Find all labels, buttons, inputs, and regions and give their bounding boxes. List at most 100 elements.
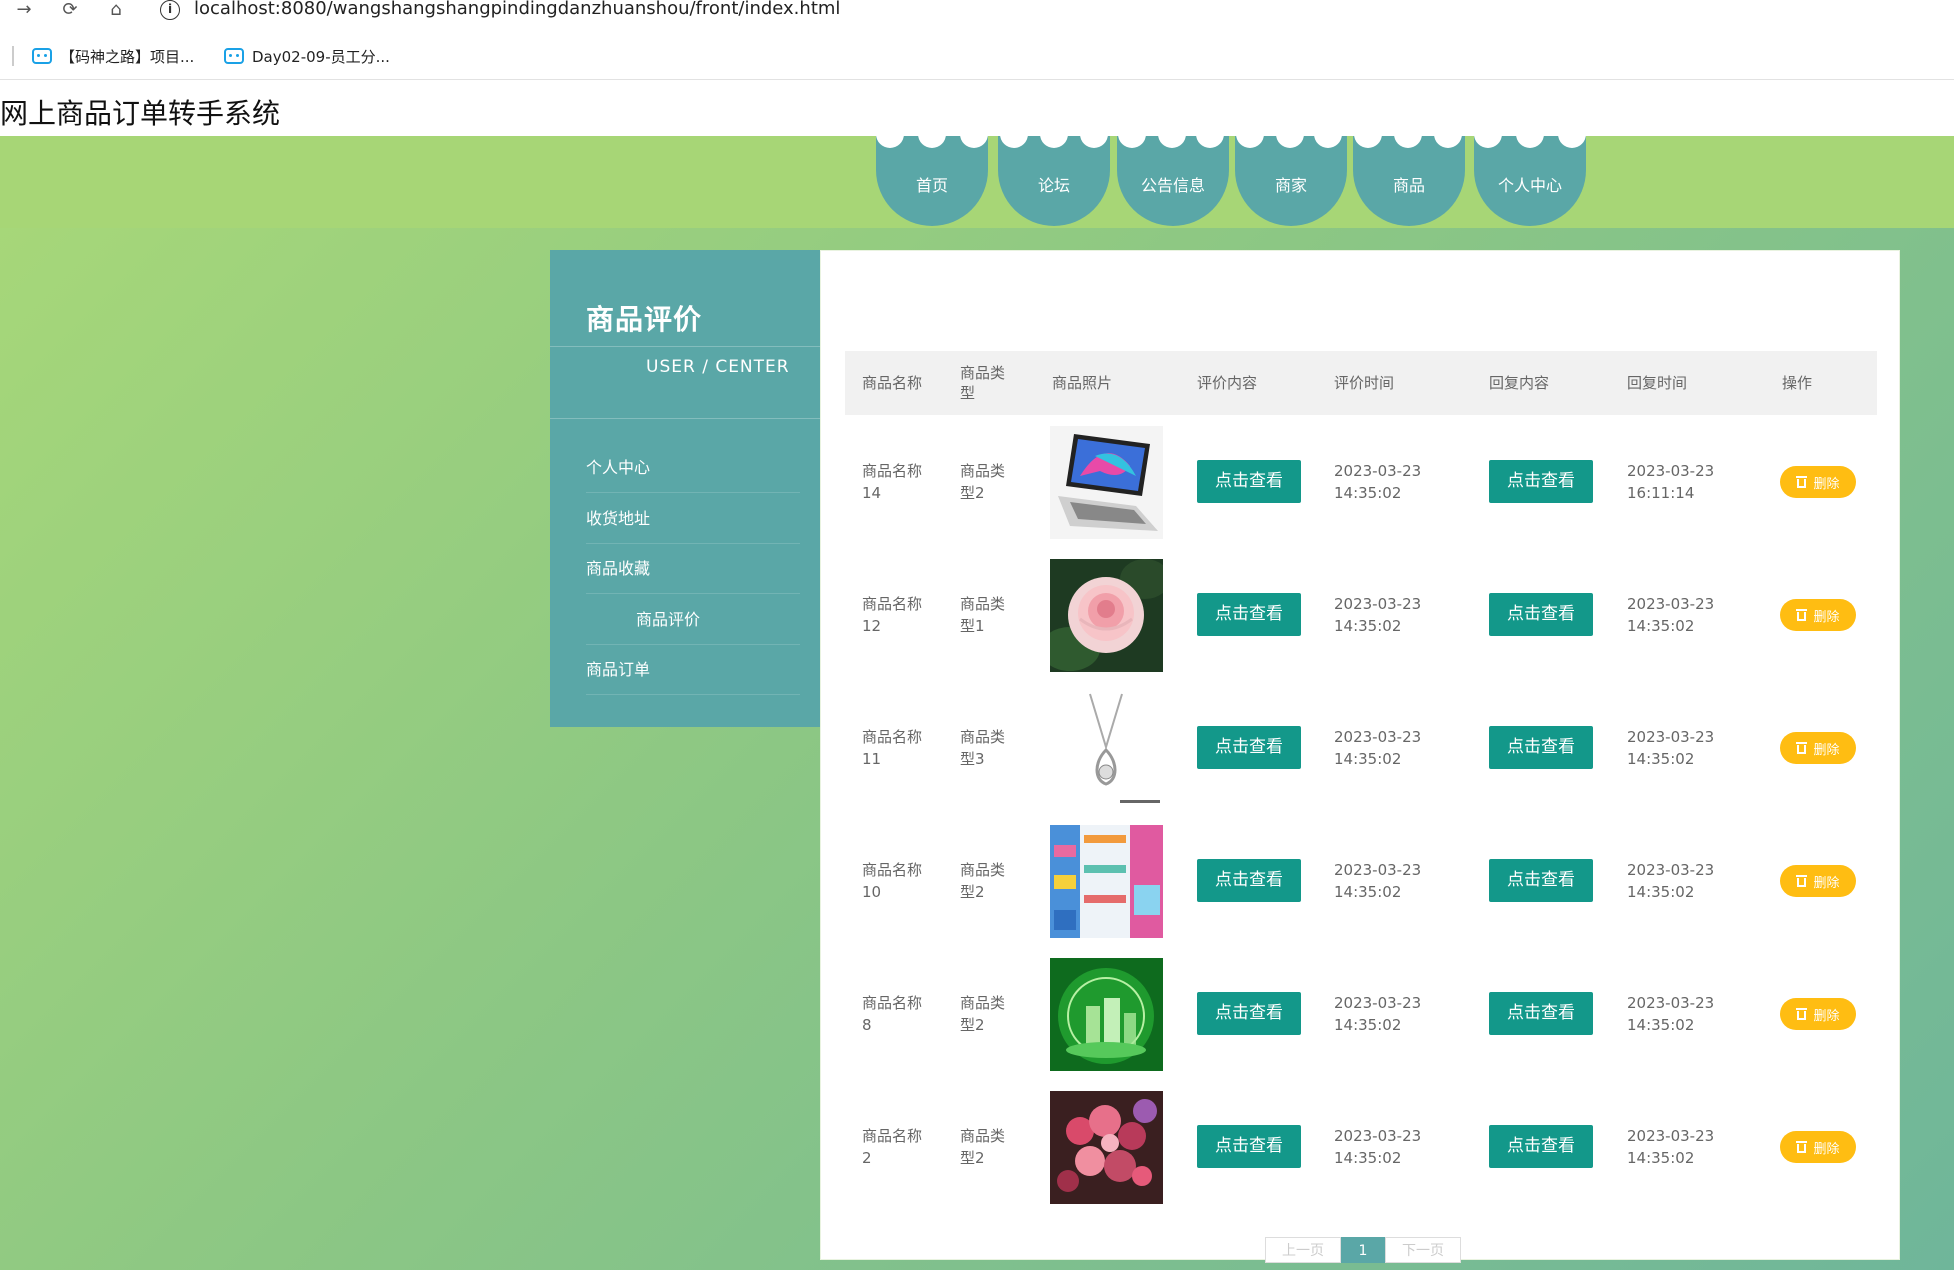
review-time-cell: 2023-03-23 14:35:02 xyxy=(1334,1080,1434,1213)
back-arrow-icon[interactable]: → xyxy=(12,0,36,22)
sidebar-subtitle-row: USER / CENTER xyxy=(550,346,820,386)
review-time-cell: 2023-03-23 14:35:02 xyxy=(1334,415,1434,548)
product-type-cell: 商品类型3 xyxy=(960,681,1006,814)
delete-label: 删除 xyxy=(1813,875,1840,891)
reply-time-cell: 2023-03-23 14:35:02 xyxy=(1627,814,1727,947)
reply-time: 2023-03-23 14:35:02 xyxy=(1627,727,1715,768)
view-reply-button[interactable]: 点击查看 xyxy=(1489,593,1593,636)
product-photo xyxy=(1050,1091,1163,1204)
product-type: 商品类型2 xyxy=(960,860,1006,901)
table-header: 商品名称 商品类型 商品照片 评价内容 评价时间 回复内容 回复时间 操作 xyxy=(845,351,1877,415)
review-time: 2023-03-23 14:35:02 xyxy=(1334,594,1422,635)
view-review-button[interactable]: 点击查看 xyxy=(1197,1125,1301,1168)
reply-time-cell: 2023-03-23 16:11:14 xyxy=(1627,415,1727,548)
th-name: 商品名称 xyxy=(862,374,923,392)
view-reply-button[interactable]: 点击查看 xyxy=(1489,859,1593,902)
bookmarks-bar: 【码神之路】项目... Day02-09-员工分... xyxy=(0,34,1954,80)
sidebar-item-user-center[interactable]: 个人中心 xyxy=(586,443,800,493)
nav-label: 论坛 xyxy=(1037,176,1070,195)
product-type-cell: 商品类型2 xyxy=(960,1080,1006,1213)
bilibili-icon xyxy=(32,48,52,64)
product-name-cell: 商品名称10 xyxy=(862,814,924,947)
prev-page-button[interactable]: 上一页 xyxy=(1265,1237,1341,1263)
product-type: 商品类型1 xyxy=(960,594,1006,635)
delete-button[interactable]: 删除 xyxy=(1780,1131,1856,1163)
review-time-cell: 2023-03-23 14:35:02 xyxy=(1334,548,1434,681)
bookmark-label: 【码神之路】项目... xyxy=(60,47,195,66)
view-review-button[interactable]: 点击查看 xyxy=(1197,460,1301,503)
product-name: 商品名称2 xyxy=(862,1126,923,1167)
view-reply-button[interactable]: 点击查看 xyxy=(1489,460,1593,503)
view-reply-button[interactable]: 点击查看 xyxy=(1489,1125,1593,1168)
view-review-button[interactable]: 点击查看 xyxy=(1197,726,1301,769)
reply-time: 2023-03-23 16:11:14 xyxy=(1627,461,1715,502)
product-name-cell: 商品名称14 xyxy=(862,415,924,548)
reviews-panel: 商品名称 商品类型 商品照片 评价内容 评价时间 回复内容 回复时间 操作 商品… xyxy=(820,250,1900,1263)
trash-icon xyxy=(1796,476,1808,488)
product-name-cell: 商品名称8 xyxy=(862,947,924,1080)
url-text[interactable]: localhost:8080/wangshangshangpindingdanz… xyxy=(194,0,840,19)
sidebar-item-favorites[interactable]: 商品收藏 xyxy=(586,544,800,594)
delete-label: 删除 xyxy=(1813,1008,1840,1024)
sidebar-item-reviews[interactable]: 商品评价 xyxy=(586,595,800,645)
table-row: 商品名称8 商品类型2 点击查看 2023-03-23 14:35:02 点击查看 202… xyxy=(845,947,1877,1080)
delete-button[interactable]: 删除 xyxy=(1780,466,1856,498)
page-1-button[interactable]: 1 xyxy=(1341,1237,1385,1263)
bookmarks-separator xyxy=(12,46,14,66)
view-review-button[interactable]: 点击查看 xyxy=(1197,593,1301,636)
product-photo xyxy=(1050,825,1163,938)
product-type: 商品类型2 xyxy=(960,461,1006,502)
user-sidebar: 商品评价 USER / CENTER 个人中心 收货地址 商品收藏 商品评价 商… xyxy=(550,250,820,727)
view-review-button[interactable]: 点击查看 xyxy=(1197,859,1301,902)
delete-button[interactable]: 删除 xyxy=(1780,599,1856,631)
reply-time-cell: 2023-03-23 14:35:02 xyxy=(1627,548,1727,681)
delete-button[interactable]: 删除 xyxy=(1780,865,1856,897)
review-time: 2023-03-23 14:35:02 xyxy=(1334,461,1422,502)
review-time: 2023-03-23 14:35:02 xyxy=(1334,727,1422,768)
table-row: 商品名称2 商品类型2 点击查看 2023-03-23 14:35:02 点击查看 202… xyxy=(845,1080,1877,1213)
trash-icon xyxy=(1796,609,1808,621)
table-row: 商品名称11 商品类型3 点击查看 2023-03-23 14:35:02 点击查看 20… xyxy=(845,681,1877,814)
sidebar-item-orders[interactable]: 商品订单 xyxy=(586,645,800,695)
next-page-button[interactable]: 下一页 xyxy=(1385,1237,1461,1263)
reload-icon[interactable]: ⟳ xyxy=(58,0,82,22)
review-time: 2023-03-23 14:35:02 xyxy=(1334,1126,1422,1167)
site-info-icon[interactable]: i xyxy=(160,0,180,20)
trash-icon xyxy=(1796,1141,1808,1153)
reply-time-cell: 2023-03-23 14:35:02 xyxy=(1627,947,1727,1080)
sidebar-divider xyxy=(550,418,820,419)
view-reply-button[interactable]: 点击查看 xyxy=(1489,992,1593,1035)
th-reply: 回复内容 xyxy=(1489,374,1550,392)
home-icon[interactable]: ⌂ xyxy=(104,0,128,22)
bookmark-1[interactable]: 【码神之路】项目... xyxy=(32,44,194,68)
reply-time-cell: 2023-03-23 14:35:02 xyxy=(1627,681,1727,814)
reply-time: 2023-03-23 14:35:02 xyxy=(1627,594,1715,635)
product-name-cell: 商品名称2 xyxy=(862,1080,924,1213)
trash-icon xyxy=(1796,742,1808,754)
nav-label: 首页 xyxy=(915,176,948,195)
bookmark-2[interactable]: Day02-09-员工分... xyxy=(224,44,390,68)
view-reply-button[interactable]: 点击查看 xyxy=(1489,726,1593,769)
product-name: 商品名称11 xyxy=(862,727,923,768)
view-review-button[interactable]: 点击查看 xyxy=(1197,992,1301,1035)
delete-label: 删除 xyxy=(1813,609,1840,625)
product-type-cell: 商品类型2 xyxy=(960,814,1006,947)
delete-label: 删除 xyxy=(1813,1141,1840,1157)
nav-label: 公告信息 xyxy=(1140,176,1205,195)
review-time-cell: 2023-03-23 14:35:02 xyxy=(1334,681,1434,814)
delete-button[interactable]: 删除 xyxy=(1780,998,1856,1030)
bookmark-label: Day02-09-员工分... xyxy=(252,47,390,66)
reply-time-cell: 2023-03-23 14:35:02 xyxy=(1627,1080,1727,1213)
product-name: 商品名称14 xyxy=(862,461,923,502)
product-name-cell: 商品名称11 xyxy=(862,681,924,814)
review-time-cell: 2023-03-23 14:35:02 xyxy=(1334,947,1434,1080)
table-row: 商品名称12 商品类型1 点击查看 2023-03-23 14:35:02 点击查看 20… xyxy=(845,548,1877,681)
trash-icon xyxy=(1796,875,1808,887)
product-type: 商品类型2 xyxy=(960,993,1006,1034)
delete-button[interactable]: 删除 xyxy=(1780,732,1856,764)
review-time-cell: 2023-03-23 14:35:02 xyxy=(1334,814,1434,947)
reply-time: 2023-03-23 14:35:02 xyxy=(1627,993,1715,1034)
product-type: 商品类型3 xyxy=(960,727,1006,768)
sidebar-item-address[interactable]: 收货地址 xyxy=(586,494,800,544)
delete-label: 删除 xyxy=(1813,742,1840,758)
